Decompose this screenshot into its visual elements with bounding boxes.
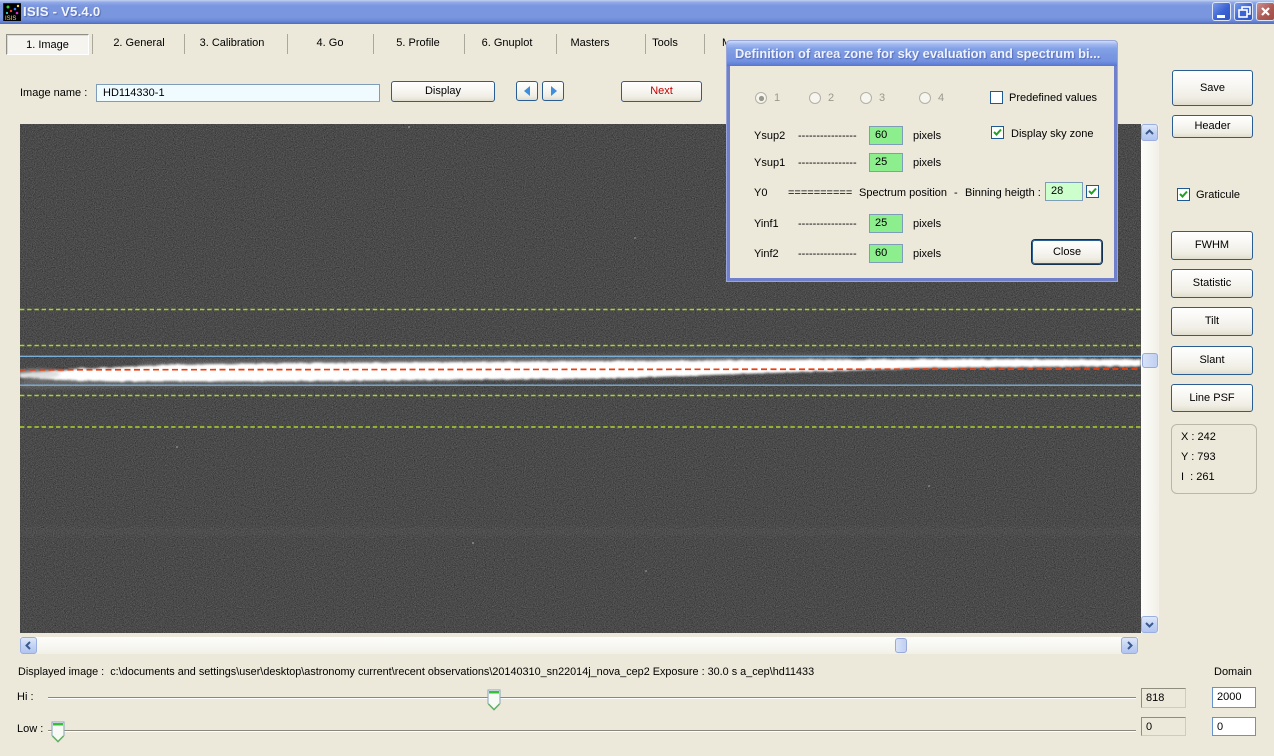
svg-text:ISIS: ISIS bbox=[5, 16, 16, 21]
